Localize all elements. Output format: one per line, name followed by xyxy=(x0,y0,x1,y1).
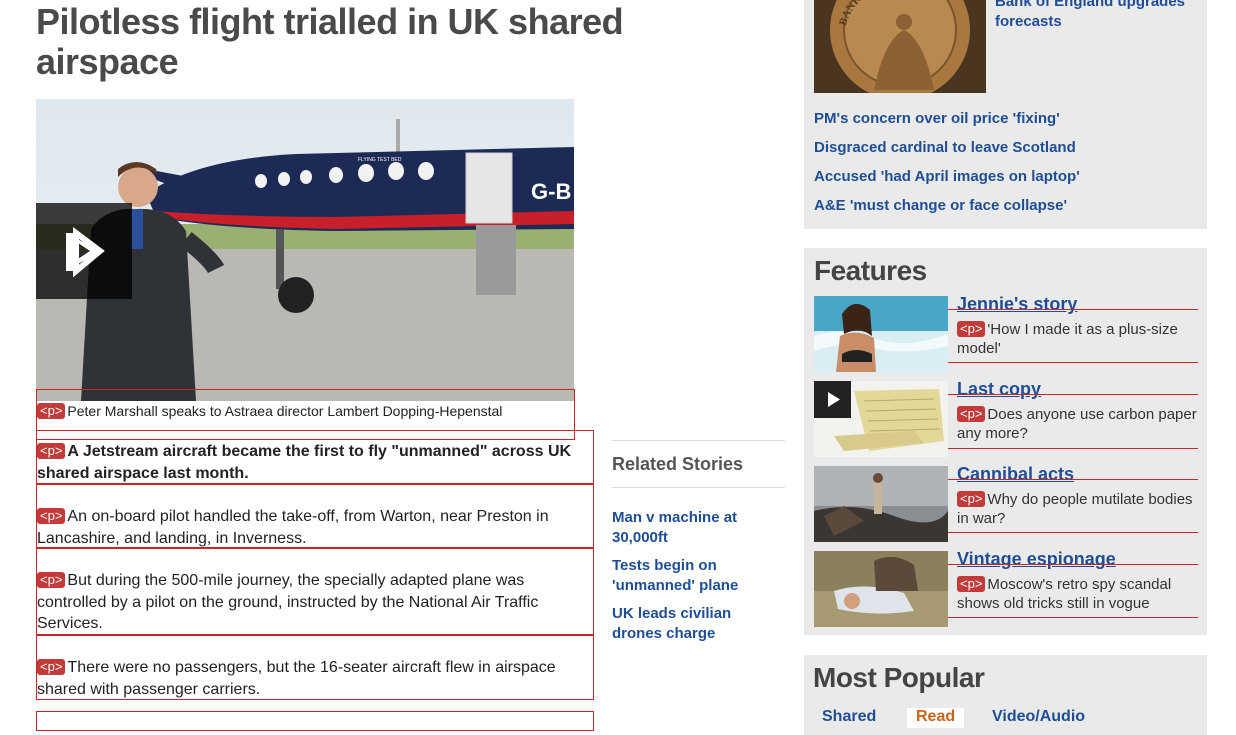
paragraph-text: But during the 500-mile journey, the spe… xyxy=(37,572,539,632)
related-story-link[interactable]: Man v machine at 30,000ft xyxy=(612,508,782,548)
feature-outline xyxy=(948,309,1198,310)
tab-shared[interactable]: Shared xyxy=(822,708,876,726)
feature-title-link[interactable]: Vintage espionage xyxy=(957,548,1116,570)
paragraph-tag-badge: <p> xyxy=(957,406,986,422)
article-paragraph: <p> There were no passengers, but the 16-… xyxy=(36,635,594,700)
paragraph-text: There were no passengers, but the 16-sea… xyxy=(37,659,556,698)
paragraph-tag-badge: <p> xyxy=(37,659,66,675)
feature-summary: <p> Moscow's retro spy scandal shows old … xyxy=(957,575,1197,613)
feature-summary-text: Why do people mutilate bodies in war? xyxy=(957,491,1193,527)
arrest-photo xyxy=(814,551,948,627)
related-story-link[interactable]: UK leads civilian drones charge xyxy=(612,604,782,644)
feature-summary: <p> Why do people mutilate bodies in war? xyxy=(957,490,1197,528)
plane-label-text: FLYING TEST BED xyxy=(358,157,402,163)
video-play-button[interactable] xyxy=(36,203,132,299)
tab-read[interactable]: Read xyxy=(907,708,965,728)
bank-of-england-thumbnail[interactable]: BANK OF ENGLAND xyxy=(814,0,986,93)
feature-outline xyxy=(948,394,1198,395)
feature-title-link[interactable]: Jennie's story xyxy=(957,293,1077,315)
coin-image: BANK OF ENGLAND xyxy=(814,0,986,93)
article-headline: Pilotless flight trialled in UK shared a… xyxy=(36,1,624,82)
related-stories-heading: Related Stories xyxy=(612,440,785,488)
paragraph-tag-badge: <p> xyxy=(37,403,66,419)
play-icon xyxy=(66,227,105,278)
related-story-link[interactable]: Tests begin on 'unmanned' plane xyxy=(612,556,782,596)
news-link[interactable]: A&E 'must change or face collapse' xyxy=(814,196,1067,216)
caption-text: Peter Marshall speaks to Astraea directo… xyxy=(67,403,503,419)
feature-outline xyxy=(948,362,1198,363)
feature-outline xyxy=(948,617,1198,618)
news-link[interactable]: Accused 'had April images on laptop' xyxy=(814,167,1080,187)
news-link-bank-of-england[interactable]: Bank of England upgrades forecasts xyxy=(995,0,1195,32)
article-paragraph: <p> But during the 500-mile journey, the … xyxy=(36,548,594,635)
paragraph-text: An on-board pilot handled the take-off, … xyxy=(37,508,549,547)
feature-outline xyxy=(948,479,1198,480)
feature-thumbnail-vintage-espionage[interactable] xyxy=(814,551,948,627)
tab-video-audio[interactable]: Video/Audio xyxy=(992,708,1085,726)
feature-thumbnail-jennie[interactable] xyxy=(814,296,948,372)
feature-title-link[interactable]: Last copy xyxy=(957,378,1041,400)
feature-outline xyxy=(948,564,1198,565)
most-popular-heading: Most Popular xyxy=(813,662,985,693)
article-paragraph: <p> An on-board pilot handled the take-of… xyxy=(36,484,594,548)
beach-photo xyxy=(814,296,948,372)
paragraph-tag-badge: <p> xyxy=(957,576,986,592)
news-link[interactable]: PM's concern over oil price 'fixing' xyxy=(814,109,1060,129)
feature-summary-text: Does anyone use carbon paper any more? xyxy=(957,406,1197,442)
features-heading: Features xyxy=(814,255,927,286)
paragraph-tag-badge: <p> xyxy=(37,572,66,588)
feature-summary: <p> Does anyone use carbon paper any more… xyxy=(957,405,1197,443)
feature-title-link[interactable]: Cannibal acts xyxy=(957,463,1074,485)
feature-summary: <p> 'How I made it as a plus-size model' xyxy=(957,320,1197,358)
play-icon xyxy=(828,392,840,407)
video-play-button[interactable] xyxy=(814,381,851,418)
paragraph-tag-badge: <p> xyxy=(37,508,66,524)
feature-outline xyxy=(948,448,1198,449)
feature-thumbnail-last-copy[interactable] xyxy=(814,381,948,457)
feature-thumbnail-cannibal-acts[interactable] xyxy=(814,466,948,542)
feature-summary-text: 'How I made it as a plus-size model' xyxy=(957,321,1178,357)
plane-registration-text: G-B xyxy=(531,179,571,204)
article-paragraph-next xyxy=(36,711,594,731)
smoke-scene-photo xyxy=(814,466,948,542)
feature-summary-text: Moscow's retro spy scandal shows old tri… xyxy=(957,576,1172,612)
paragraph-text: A Jetstream aircraft became the first to… xyxy=(37,443,572,482)
paragraph-tag-badge: <p> xyxy=(37,443,66,459)
paragraph-tag-badge: <p> xyxy=(957,321,986,337)
feature-outline xyxy=(948,532,1198,533)
news-link[interactable]: Disgraced cardinal to leave Scotland xyxy=(814,138,1076,158)
paragraph-tag-badge: <p> xyxy=(957,491,986,507)
article-paragraph: <p> A Jetstream aircraft became the first… xyxy=(36,430,594,484)
